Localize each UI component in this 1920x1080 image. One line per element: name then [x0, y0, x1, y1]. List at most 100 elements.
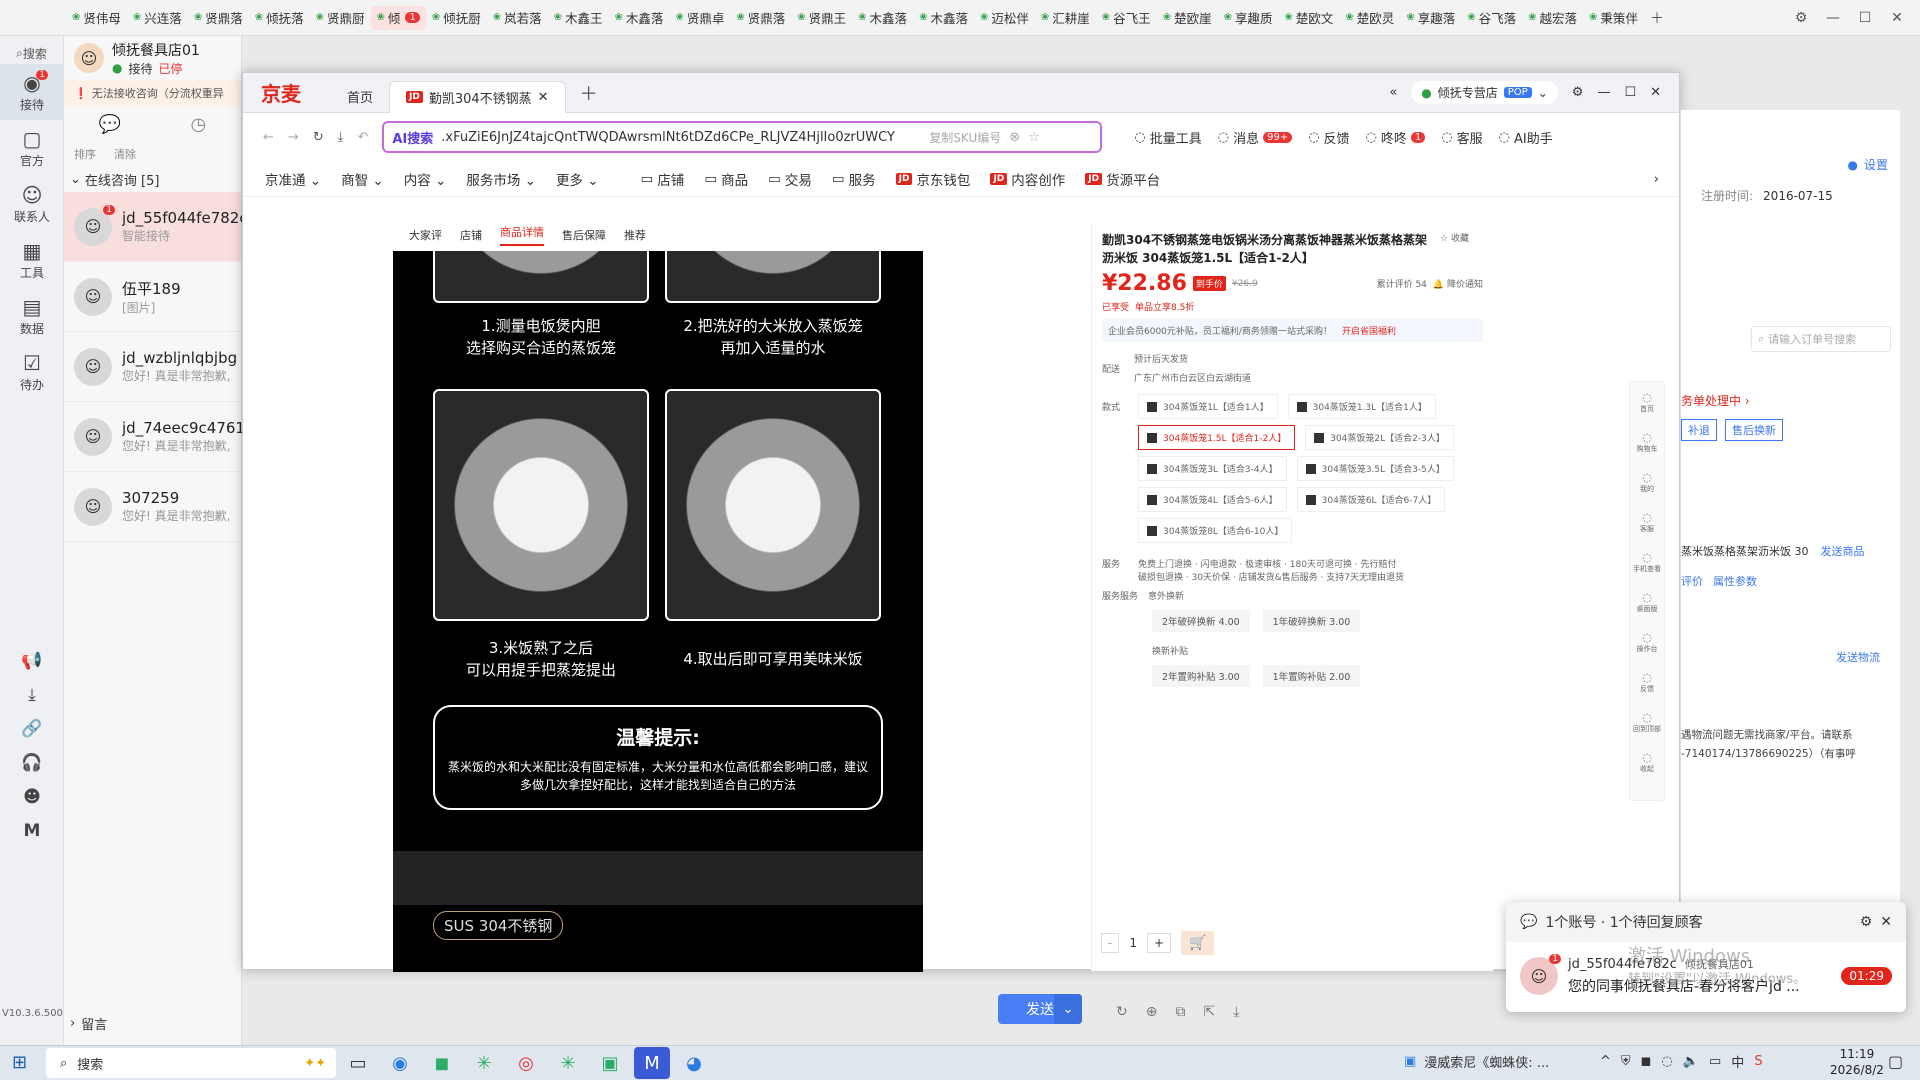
- announce-icon[interactable]: 📢: [21, 651, 42, 671]
- clear-icon[interactable]: ⊗: [1009, 130, 1020, 145]
- crop-icon[interactable]: ⧉: [1175, 1004, 1185, 1020]
- side-tool[interactable]: ◌ 客服: [1630, 502, 1664, 542]
- clear-button[interactable]: 清除: [114, 146, 136, 162]
- tool-headset[interactable]: ◌ 客服: [1441, 128, 1482, 147]
- order-search-input[interactable]: ⌕ 请输入订单号搜索: [1751, 326, 1891, 352]
- top-tab[interactable]: ❀ 迈松伴: [974, 6, 1035, 30]
- volume-icon[interactable]: 🔈: [1683, 1054, 1699, 1069]
- qty-minus-button[interactable]: -: [1101, 933, 1120, 953]
- send-options-button[interactable]: ⌄: [1054, 994, 1082, 1024]
- spec-option[interactable]: 304蒸饭笼2L【适合2-3人】: [1305, 425, 1454, 450]
- top-tab[interactable]: ❀ 楚欧崖: [1157, 6, 1218, 30]
- top-tab[interactable]: ❀ 谷飞落: [1461, 6, 1522, 30]
- ime-indicator[interactable]: 中: [1731, 1052, 1744, 1071]
- nav-menu[interactable]: 商智 ⌄: [341, 169, 384, 189]
- side-tool[interactable]: ◌ 购物车: [1630, 422, 1664, 462]
- top-tab[interactable]: ❀ 木鑫落: [609, 6, 670, 30]
- close-icon[interactable]: ✕: [1884, 10, 1910, 26]
- maximize-icon[interactable]: ☐: [1852, 10, 1878, 26]
- start-icon[interactable]: ⊞: [12, 1052, 27, 1073]
- back-icon[interactable]: ←: [263, 130, 274, 145]
- jingmai-taskbar-icon[interactable]: M: [634, 1047, 670, 1079]
- url-text[interactable]: .xFuZiE6JnJZ4tajcQntTWQDAwrsmlNt6tDZd6CP…: [441, 130, 921, 145]
- nav-link[interactable]: JD 内容创作: [990, 169, 1065, 189]
- top-tab[interactable]: ❀ 楚欧文: [1279, 6, 1340, 30]
- minimize-icon[interactable]: —: [1820, 10, 1846, 26]
- price-notify-button[interactable]: 🔔 降价通知: [1433, 277, 1483, 290]
- detail-tab[interactable]: 大家评: [409, 227, 442, 243]
- notification-toast[interactable]: 💬 1个账号 · 1个待回复顾客 ⚙ ✕ ☺ 1 jd_55f044fe782c …: [1506, 902, 1906, 1012]
- conversation-item[interactable]: ☺ 1 jd_55f044fe782c 智能接待: [64, 192, 242, 262]
- app-green-icon[interactable]: ▣: [592, 1047, 628, 1079]
- toast-settings-icon[interactable]: ⚙: [1860, 914, 1873, 930]
- rail-item-待办[interactable]: ☑ 待办: [0, 344, 64, 400]
- spec-option[interactable]: 304蒸饭笼1L【适合1人】: [1138, 394, 1278, 419]
- task-view-icon[interactable]: ▭: [340, 1047, 376, 1079]
- nav-menu[interactable]: 内容 ⌄: [404, 169, 447, 189]
- star-icon[interactable]: ☆: [1028, 130, 1040, 145]
- attr-link[interactable]: 属性参数: [1713, 573, 1757, 589]
- detail-tab[interactable]: 商品详情: [500, 224, 544, 246]
- detail-tab[interactable]: 售后保障: [562, 227, 606, 243]
- spec-option[interactable]: 304蒸饭笼1.3L【适合1人】: [1287, 394, 1436, 419]
- forward-icon[interactable]: →: [288, 130, 299, 145]
- detail-tab[interactable]: 店铺: [460, 227, 482, 243]
- collapse-icon[interactable]: «: [1389, 85, 1397, 100]
- conversation-item[interactable]: ☺ 307259 您好! 真是非常抱歉,: [64, 472, 241, 542]
- qty-value[interactable]: 1: [1129, 936, 1137, 950]
- tool-ai[interactable]: ◌ AI助手: [1499, 128, 1553, 147]
- app-chat-icon[interactable]: ◕: [676, 1047, 712, 1079]
- send-product-link[interactable]: 发送商品: [1821, 543, 1865, 559]
- spec-option[interactable]: 304蒸饭笼3.5L【适合3-5人】: [1296, 456, 1454, 481]
- rail-item-官方[interactable]: ▢ 官方: [0, 120, 64, 176]
- zoom-in-icon[interactable]: ⊕: [1146, 1004, 1158, 1020]
- shop-switcher[interactable]: ● 倾抚专营店 POP ⌄: [1411, 81, 1558, 104]
- spec-option[interactable]: 304蒸饭笼6L【适合6-7人】: [1296, 487, 1446, 512]
- qty-plus-button[interactable]: +: [1146, 933, 1172, 953]
- top-tab[interactable]: ❀ 贤鼎厨: [310, 6, 371, 30]
- top-tab[interactable]: ❀ 贤鼎落: [188, 6, 249, 30]
- window-maximize-icon[interactable]: ☐: [1624, 85, 1636, 100]
- order-status[interactable]: 务单处理中 ›: [1681, 392, 1900, 409]
- clock[interactable]: 11:19 2026/8/2: [1830, 1046, 1884, 1078]
- settings-link[interactable]: 设置: [1864, 156, 1888, 173]
- sort-button[interactable]: 排序: [74, 146, 96, 162]
- chat-filter-icon[interactable]: 💬: [99, 114, 121, 135]
- top-tab[interactable]: ❀ 贤鼎卓: [669, 6, 730, 30]
- new-tab-icon[interactable]: ＋: [580, 80, 598, 106]
- chevron-down-icon[interactable]: ⌄: [70, 172, 81, 187]
- history-icon[interactable]: ◷: [191, 114, 207, 135]
- conversation-item[interactable]: ☺ jd_wzbljnlqbjbg 您好! 真是非常抱歉,: [64, 332, 241, 402]
- bot-icon[interactable]: ☻: [23, 787, 41, 807]
- headset-icon[interactable]: 🎧: [21, 753, 42, 773]
- spec-option[interactable]: 304蒸饭笼3L【适合3-4人】: [1138, 456, 1287, 481]
- top-tab[interactable]: ❀ 木鑫落: [913, 6, 974, 30]
- tool-chat[interactable]: ◌ 咚咚 1: [1366, 128, 1426, 147]
- taskbar-search[interactable]: ⌕ 搜索 ✦✦: [46, 1048, 336, 1078]
- media-title[interactable]: 漫威索尼《蜘蛛侠: ...: [1424, 1052, 1549, 1071]
- toast-close-icon[interactable]: ✕: [1880, 914, 1892, 930]
- send-logistics-link[interactable]: 发送物流: [1836, 649, 1900, 665]
- stop-status[interactable]: 已停: [159, 60, 183, 77]
- renew-option-2[interactable]: 1年置购补贴 2.00: [1262, 665, 1361, 687]
- side-tool[interactable]: ◌ 操作台: [1630, 622, 1664, 662]
- home-tab[interactable]: 首页: [331, 81, 389, 113]
- cart-icon[interactable]: 🛒: [1181, 931, 1215, 955]
- nav-link[interactable]: JD 货源平台: [1085, 169, 1160, 189]
- window-close-icon[interactable]: ✕: [1650, 85, 1661, 100]
- nav-menu[interactable]: 服务市场 ⌄: [466, 169, 536, 189]
- svc-option-2[interactable]: 1年破碎换新 3.00: [1262, 610, 1361, 632]
- refresh-icon[interactable]: ↻: [1116, 1004, 1128, 1020]
- settings-icon[interactable]: ⚙: [1788, 10, 1814, 26]
- download-icon[interactable]: ⤓: [338, 130, 344, 145]
- conversation-item[interactable]: ☺ jd_74eec9c4761 您好! 真是非常抱歉,: [64, 402, 242, 472]
- window-settings-icon[interactable]: ⚙: [1572, 85, 1584, 100]
- renew-option-1[interactable]: 2年置购补贴 3.00: [1152, 665, 1250, 687]
- after-sales-button[interactable]: 售后换新: [1725, 419, 1783, 441]
- spec-option[interactable]: 304蒸饭笼1.5L【适合1-2人】: [1138, 425, 1296, 450]
- enterprise-text[interactable]: 企业会员6000元补贴，员工福利/商务领赠一站式采购！: [1108, 324, 1332, 337]
- top-tab[interactable]: ❀ 倾 1: [370, 5, 426, 30]
- wechat-icon[interactable]: ◼: [424, 1047, 460, 1079]
- shield-icon[interactable]: ⛨: [1621, 1054, 1631, 1069]
- status-select[interactable]: 接待: [128, 60, 152, 77]
